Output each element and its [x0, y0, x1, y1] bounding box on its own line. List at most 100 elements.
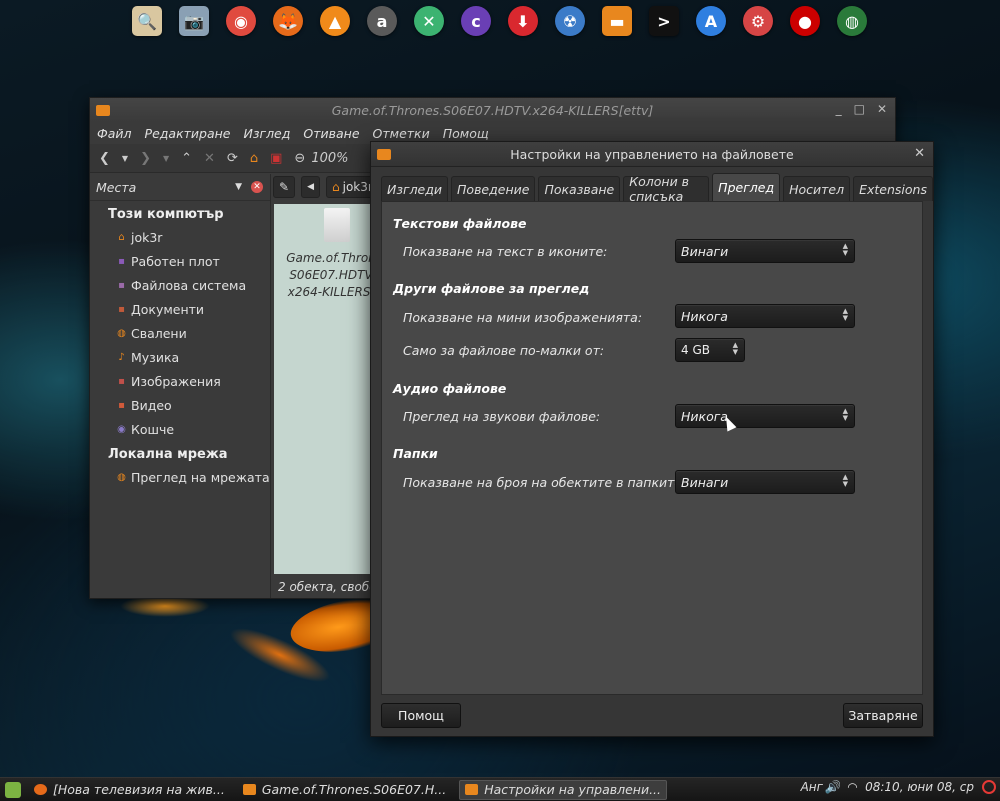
- menu-file[interactable]: Файл: [97, 126, 132, 141]
- sidebar-item[interactable]: ◍ Свалени: [90, 321, 270, 345]
- redhat-icon[interactable]: ●: [790, 6, 820, 36]
- tab-behavior[interactable]: Поведение: [451, 176, 536, 201]
- folder-count-value: Винаги: [681, 474, 729, 490]
- select-arrows-icon: ▲ ▼: [842, 473, 848, 488]
- tab-extensions[interactable]: Extensions: [853, 176, 933, 201]
- sidebar-item-label: Изображения: [131, 373, 221, 389]
- minimize-icon[interactable]: _: [836, 102, 842, 116]
- dialog-titlebar[interactable]: Настройки на управлението на файловете ✕: [371, 142, 933, 167]
- sidebar-item[interactable]: ♪ Музика: [90, 345, 270, 369]
- size-limit-select[interactable]: 4 GB ▲ ▼: [675, 338, 745, 362]
- sidebar-item[interactable]: ▪ Работен плот: [90, 249, 270, 273]
- images-icon: ▪: [118, 375, 125, 387]
- back-icon[interactable]: ❮: [99, 151, 110, 166]
- sidebar-item[interactable]: ◉ Кошче: [90, 417, 270, 441]
- file-manager-titlebar[interactable]: Game.of.Thrones.S06E07.HDTV.x264-KILLERS…: [90, 98, 895, 122]
- back-history-icon[interactable]: ▼: [122, 154, 128, 163]
- menu-help[interactable]: Помощ: [443, 126, 489, 141]
- section-other-files: Други файлове за преглед: [393, 281, 590, 296]
- tab-media[interactable]: Носител: [783, 176, 851, 201]
- taskbar-task[interactable]: Game.of.Thrones.S06E07.H...: [238, 780, 451, 800]
- path-bar: ✎ ◀ ⌂ jok3r: [273, 176, 379, 198]
- appstore-icon[interactable]: A: [696, 6, 726, 36]
- menu-go[interactable]: Отиване: [303, 126, 359, 141]
- power-icon[interactable]: [982, 780, 996, 794]
- dialog-close-icon[interactable]: ✕: [914, 146, 925, 161]
- sidebar-item[interactable]: ⌂ jok3r: [90, 225, 270, 249]
- firefox-icon[interactable]: 🦊: [273, 6, 303, 36]
- vlc-icon[interactable]: ▲: [320, 6, 350, 36]
- network-icon[interactable]: ✕: [414, 6, 444, 36]
- tab-preview[interactable]: Преглед: [712, 173, 781, 201]
- taskbar: [Нова телевизия на жив... Game.of.Thrones…: [0, 777, 1000, 801]
- file-name[interactable]: Game.of.Thron S06E07.HDTV x264-KILLERS.: [286, 250, 376, 301]
- close-button[interactable]: Затваряне: [843, 703, 923, 728]
- tab-bar: Изгледи Поведение Показване Колони в спи…: [381, 173, 933, 204]
- sidebar-item[interactable]: ◍ Преглед на мрежата: [90, 465, 270, 489]
- taskbar-task[interactable]: Настройки на управлени...: [459, 779, 667, 800]
- firefox-icon: [34, 784, 47, 795]
- chrome-icon[interactable]: ◉: [226, 6, 256, 36]
- size-limit-value: 4 GB: [681, 343, 710, 357]
- sidebar-item-label: Свалени: [131, 325, 187, 341]
- file-view[interactable]: Game.of.Thron S06E07.HDTV x264-KILLERS.: [274, 204, 376, 574]
- home-icon: ⌂: [118, 231, 125, 243]
- path-edit-button[interactable]: ✎: [273, 176, 296, 198]
- screenshot-tool-icon[interactable]: 🔍: [132, 6, 162, 36]
- sidebar-item[interactable]: ▪ Файлова система: [90, 273, 270, 297]
- globe-icon[interactable]: ◍: [837, 6, 867, 36]
- clementine-icon[interactable]: c: [461, 6, 491, 36]
- sidebar-item[interactable]: ▪ Видео: [90, 393, 270, 417]
- computer-icon[interactable]: ▣: [270, 151, 282, 166]
- radiation-icon[interactable]: ☢: [555, 6, 585, 36]
- tab-list-columns[interactable]: Колони в списъка: [623, 174, 710, 204]
- sidebar-section-title: Този компютър: [108, 207, 224, 222]
- sidebar-dropdown-icon[interactable]: ▼: [235, 182, 242, 192]
- tab-views[interactable]: Изгледи: [381, 176, 449, 201]
- menu-edit[interactable]: Редактиране: [145, 126, 231, 141]
- terminal-icon[interactable]: >: [649, 6, 679, 36]
- up-icon[interactable]: ⌃: [181, 151, 192, 166]
- amarok-icon[interactable]: a: [367, 6, 397, 36]
- camera-icon[interactable]: 📷: [179, 6, 209, 36]
- forward-icon[interactable]: ❯: [140, 151, 151, 166]
- text-in-icons-label: Показване на текст в иконите:: [403, 244, 608, 259]
- menu-bookmarks[interactable]: Отметки: [373, 126, 430, 141]
- start-menu-icon[interactable]: [5, 781, 21, 798]
- taskbar-task[interactable]: [Нова телевизия на жив...: [29, 780, 230, 800]
- file-name-line-3: x264-KILLERS.: [287, 285, 375, 299]
- help-button[interactable]: Помощ: [381, 703, 461, 728]
- tab-display[interactable]: Показване: [538, 176, 621, 201]
- video-icon: ▪: [118, 399, 125, 411]
- file-name-line-1: Game.of.Thron: [286, 251, 376, 265]
- sidebar-close-icon[interactable]: ✕: [251, 181, 263, 193]
- download-icon[interactable]: ⬇: [508, 6, 538, 36]
- settings-app-icon[interactable]: ⚙: [743, 6, 773, 36]
- taskbar-task-label: Game.of.Thrones.S06E07.H...: [261, 782, 447, 797]
- sidebar-item[interactable]: ▪ Изображения: [90, 369, 270, 393]
- sidebar-item-label: Кошче: [131, 421, 175, 437]
- clock[interactable]: 08:10, юни 08, ср: [865, 780, 974, 794]
- select-arrows-icon: ▲ ▼: [842, 307, 848, 322]
- stop-icon[interactable]: ✕: [204, 151, 215, 166]
- forward-history-icon[interactable]: ▼: [163, 154, 169, 163]
- folder-count-select[interactable]: Винаги ▲ ▼: [675, 470, 855, 494]
- filesystem-icon: ▪: [118, 279, 125, 291]
- file-icon[interactable]: [324, 208, 350, 242]
- maximize-icon[interactable]: □: [854, 102, 865, 116]
- text-in-icons-select[interactable]: Винаги ▲ ▼: [675, 239, 855, 263]
- keyboard-layout[interactable]: Анг: [801, 780, 823, 794]
- volume-icon[interactable]: 🔊: [825, 780, 840, 794]
- close-icon[interactable]: ✕: [877, 102, 887, 116]
- zoom-out-icon[interactable]: ⊖: [294, 151, 305, 166]
- sidebar-item[interactable]: ▪ Документи: [90, 297, 270, 321]
- home-toolbar-icon[interactable]: ⌂: [250, 151, 258, 166]
- sidebar-header[interactable]: Места ▼ ✕: [90, 174, 270, 201]
- audio-preview-select[interactable]: Никога ▲ ▼: [675, 404, 855, 428]
- wifi-icon[interactable]: ◠: [848, 780, 857, 794]
- path-back-button[interactable]: ◀: [301, 176, 320, 198]
- thumbnails-select[interactable]: Никога ▲ ▼: [675, 304, 855, 328]
- folder-icon[interactable]: ▬: [602, 6, 632, 36]
- reload-icon[interactable]: ⟳: [227, 151, 238, 166]
- menu-view[interactable]: Изглед: [244, 126, 291, 141]
